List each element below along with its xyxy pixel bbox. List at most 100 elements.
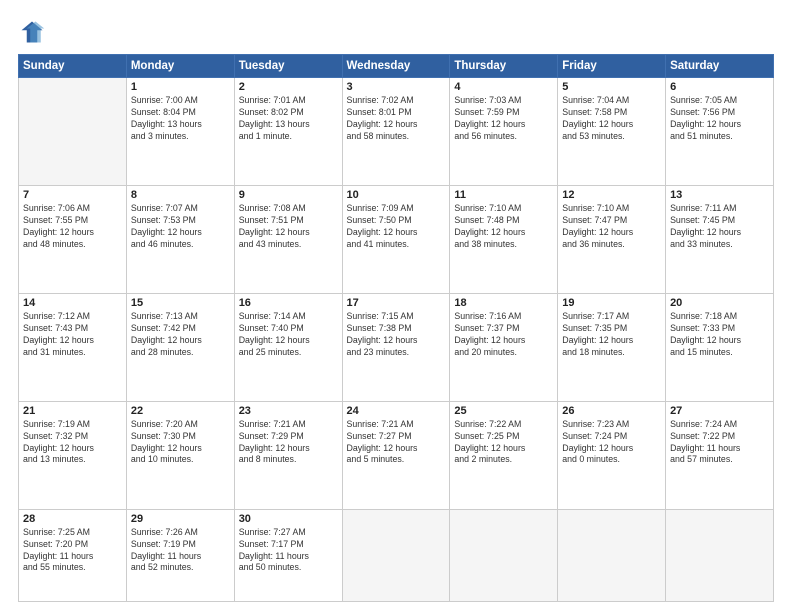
week-row-4: 21 Sunrise: 7:19 AMSunset: 7:32 PMDayligh… [19,401,774,509]
calendar-cell: 11 Sunrise: 7:10 AMSunset: 7:48 PMDayligh… [450,185,558,293]
column-header-tuesday: Tuesday [234,55,342,78]
day-info: Sunrise: 7:01 AMSunset: 8:02 PMDaylight:… [239,95,338,143]
day-number: 10 [347,189,446,201]
week-row-5: 28Sunrise: 7:25 AMSunset: 7:20 PMDayligh… [19,509,774,601]
calendar-cell: 18Sunrise: 7:16 AMSunset: 7:37 PMDayligh… [450,293,558,401]
calendar-cell: 27 Sunrise: 7:24 AMSunset: 7:22 PMDayligh… [666,401,774,509]
day-number: 7 [23,189,122,201]
column-header-saturday: Saturday [666,55,774,78]
day-number: 21 [23,405,122,417]
day-number: 19 [562,297,661,309]
day-info: Sunrise: 7:03 AMSunset: 7:59 PMDaylight:… [454,95,553,143]
calendar-cell: 6 Sunrise: 7:05 AMSunset: 7:56 PMDaylight… [666,78,774,186]
column-header-monday: Monday [126,55,234,78]
calendar-cell: 14Sunrise: 7:12 AMSunset: 7:43 PMDayligh… [19,293,127,401]
day-number: 15 [131,297,230,309]
day-info: Sunrise: 7:11 AMSunset: 7:45 PMDaylight:… [670,203,769,251]
calendar-cell: 22Sunrise: 7:20 AMSunset: 7:30 PMDayligh… [126,401,234,509]
day-number: 12 [562,189,661,201]
calendar-cell: 8Sunrise: 7:07 AMSunset: 7:53 PMDaylight… [126,185,234,293]
day-info: Sunrise: 7:26 AMSunset: 7:19 PMDaylight:… [131,527,230,575]
calendar-cell: 29 Sunrise: 7:26 AMSunset: 7:19 PMDayligh… [126,509,234,601]
day-info: Sunrise: 7:05 AMSunset: 7:56 PMDaylight:… [670,95,769,143]
day-number: 3 [347,81,446,93]
calendar-cell: 5 Sunrise: 7:04 AMSunset: 7:58 PMDaylight… [558,78,666,186]
calendar-cell: 2 Sunrise: 7:01 AMSunset: 8:02 PMDaylight… [234,78,342,186]
day-info: Sunrise: 7:24 AMSunset: 7:22 PMDaylight:… [670,419,769,467]
day-number: 18 [454,297,553,309]
column-header-friday: Friday [558,55,666,78]
day-number: 23 [239,405,338,417]
calendar-header-row: SundayMondayTuesdayWednesdayThursdayFrid… [19,55,774,78]
column-header-thursday: Thursday [450,55,558,78]
day-number: 6 [670,81,769,93]
day-info: Sunrise: 7:23 AMSunset: 7:24 PMDaylight:… [562,419,661,467]
day-info: Sunrise: 7:04 AMSunset: 7:58 PMDaylight:… [562,95,661,143]
day-number: 30 [239,513,338,525]
calendar-cell: 15 Sunrise: 7:13 AMSunset: 7:42 PMDayligh… [126,293,234,401]
day-info: Sunrise: 7:25 AMSunset: 7:20 PMDaylight:… [23,527,122,575]
calendar-cell: 25Sunrise: 7:22 AMSunset: 7:25 PMDayligh… [450,401,558,509]
header [18,18,774,46]
day-info: Sunrise: 7:09 AMSunset: 7:50 PMDaylight:… [347,203,446,251]
day-info: Sunrise: 7:17 AMSunset: 7:35 PMDaylight:… [562,311,661,359]
day-number: 25 [454,405,553,417]
day-info: Sunrise: 7:18 AMSunset: 7:33 PMDaylight:… [670,311,769,359]
column-header-wednesday: Wednesday [342,55,450,78]
calendar-cell [342,509,450,601]
day-info: Sunrise: 7:08 AMSunset: 7:51 PMDaylight:… [239,203,338,251]
day-number: 9 [239,189,338,201]
day-number: 13 [670,189,769,201]
calendar-cell: 9 Sunrise: 7:08 AMSunset: 7:51 PMDaylight… [234,185,342,293]
calendar-table: SundayMondayTuesdayWednesdayThursdayFrid… [18,54,774,602]
day-number: 24 [347,405,446,417]
calendar-cell: 19 Sunrise: 7:17 AMSunset: 7:35 PMDayligh… [558,293,666,401]
day-info: Sunrise: 7:13 AMSunset: 7:42 PMDaylight:… [131,311,230,359]
calendar-cell: 23 Sunrise: 7:21 AMSunset: 7:29 PMDayligh… [234,401,342,509]
day-info: Sunrise: 7:14 AMSunset: 7:40 PMDaylight:… [239,311,338,359]
day-number: 8 [131,189,230,201]
calendar-cell: 28Sunrise: 7:25 AMSunset: 7:20 PMDayligh… [19,509,127,601]
calendar-cell: 13 Sunrise: 7:11 AMSunset: 7:45 PMDayligh… [666,185,774,293]
calendar-cell: 3 Sunrise: 7:02 AMSunset: 8:01 PMDaylight… [342,78,450,186]
day-number: 26 [562,405,661,417]
day-number: 4 [454,81,553,93]
day-number: 17 [347,297,446,309]
day-info: Sunrise: 7:15 AMSunset: 7:38 PMDaylight:… [347,311,446,359]
logo [18,18,50,46]
day-info: Sunrise: 7:27 AMSunset: 7:17 PMDaylight:… [239,527,338,575]
calendar-cell: 16 Sunrise: 7:14 AMSunset: 7:40 PMDayligh… [234,293,342,401]
calendar-cell: 17 Sunrise: 7:15 AMSunset: 7:38 PMDayligh… [342,293,450,401]
day-info: Sunrise: 7:00 AMSunset: 8:04 PMDaylight:… [131,95,230,143]
calendar-cell [450,509,558,601]
week-row-3: 14Sunrise: 7:12 AMSunset: 7:43 PMDayligh… [19,293,774,401]
calendar-cell [19,78,127,186]
day-number: 1 [131,81,230,93]
day-number: 27 [670,405,769,417]
calendar-cell: 24 Sunrise: 7:21 AMSunset: 7:27 PMDayligh… [342,401,450,509]
day-info: Sunrise: 7:20 AMSunset: 7:30 PMDaylight:… [131,419,230,467]
calendar-cell: 20 Sunrise: 7:18 AMSunset: 7:33 PMDayligh… [666,293,774,401]
calendar-cell: 1 Sunrise: 7:00 AMSunset: 8:04 PMDaylight… [126,78,234,186]
day-number: 11 [454,189,553,201]
calendar-cell: 30 Sunrise: 7:27 AMSunset: 7:17 PMDayligh… [234,509,342,601]
day-info: Sunrise: 7:10 AMSunset: 7:48 PMDaylight:… [454,203,553,251]
week-row-2: 7 Sunrise: 7:06 AMSunset: 7:55 PMDaylight… [19,185,774,293]
day-number: 29 [131,513,230,525]
day-info: Sunrise: 7:10 AMSunset: 7:47 PMDaylight:… [562,203,661,251]
day-number: 20 [670,297,769,309]
day-number: 14 [23,297,122,309]
day-number: 5 [562,81,661,93]
day-info: Sunrise: 7:06 AMSunset: 7:55 PMDaylight:… [23,203,122,251]
calendar-cell: 12 Sunrise: 7:10 AMSunset: 7:47 PMDayligh… [558,185,666,293]
day-info: Sunrise: 7:21 AMSunset: 7:27 PMDaylight:… [347,419,446,467]
calendar-cell: 26 Sunrise: 7:23 AMSunset: 7:24 PMDayligh… [558,401,666,509]
day-number: 16 [239,297,338,309]
day-info: Sunrise: 7:19 AMSunset: 7:32 PMDaylight:… [23,419,122,467]
column-header-sunday: Sunday [19,55,127,78]
day-info: Sunrise: 7:02 AMSunset: 8:01 PMDaylight:… [347,95,446,143]
day-number: 2 [239,81,338,93]
day-info: Sunrise: 7:21 AMSunset: 7:29 PMDaylight:… [239,419,338,467]
week-row-1: 1 Sunrise: 7:00 AMSunset: 8:04 PMDaylight… [19,78,774,186]
calendar-cell [666,509,774,601]
